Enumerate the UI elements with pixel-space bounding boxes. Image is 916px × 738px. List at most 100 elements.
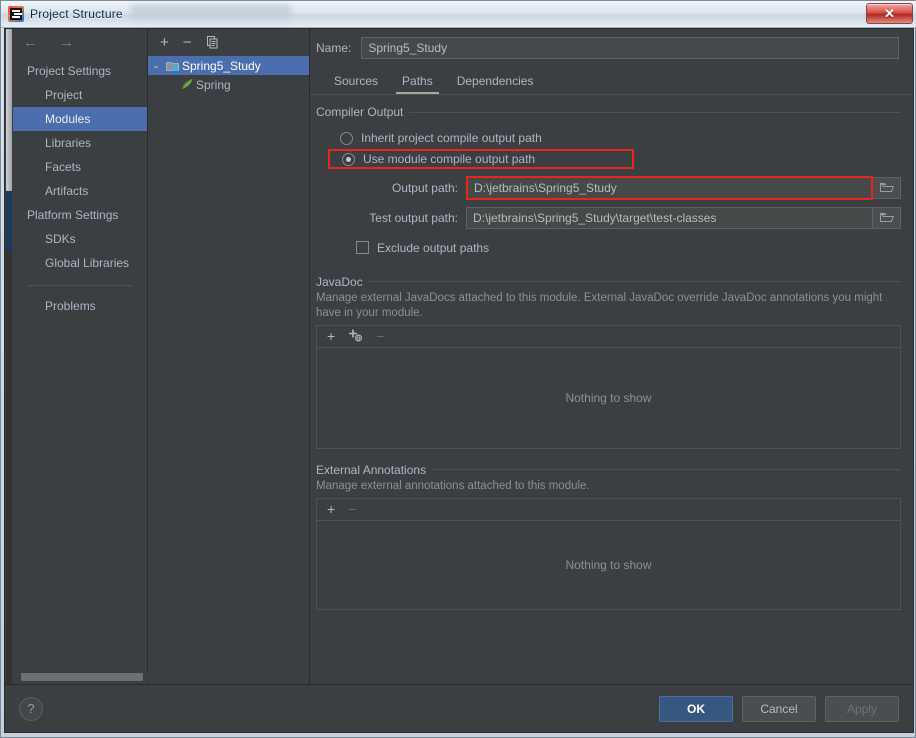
output-path-input[interactable]: D:\jetbrains\Spring5_Study [466,175,873,200]
external-annotations-description: Manage external annotations attached to … [316,479,590,492]
sidebar-item-project[interactable]: Project [13,83,147,107]
dialog-footer: ? OK Cancel Apply [5,684,913,732]
settings-sidebar: ← → Project Settings Project Modules Lib… [13,29,148,684]
intellij-idea-logo-icon [8,6,24,22]
sidebar-item-sdks[interactable]: SDKs [13,227,147,251]
tree-node-spring5-study[interactable]: ⌄ Spring5_Study [148,56,309,75]
output-path-wrap: D:\jetbrains\Spring5_Study [466,175,901,200]
tab-sources[interactable]: Sources [322,70,390,94]
sidebar-group-project-settings: Project Settings [27,64,112,78]
javadoc-toolbar: + − [317,326,900,348]
javadoc-add-button[interactable]: + [327,329,335,343]
use-module-output-label: Use module compile output path [363,152,536,166]
external-annotations-header: External Annotations [316,463,901,477]
compiler-output-header: Compiler Output [316,105,901,119]
folder-open-icon [879,183,894,192]
project-structure-window: Project Structure ✕ ← → Project Settings [0,0,916,738]
group-divider [368,281,901,282]
test-output-path-browse-button[interactable] [873,206,901,229]
remove-module-button[interactable]: − [183,35,192,50]
output-path-row: Output path: D:\jetbrains\Spring5_Study [316,175,901,201]
sidebar-item-problems[interactable]: Problems [13,294,147,318]
javadoc-remove-button: − [376,328,385,344]
help-button[interactable]: ? [19,696,43,721]
module-folder-icon [164,60,182,72]
navigation-arrows: ← → [13,29,147,57]
module-tree-items: ⌄ Spring5_Study Spring [148,55,309,684]
sidebar-divider [27,285,133,286]
compiler-output-group: Compiler Output Inherit project compile … [316,105,901,261]
sidebar-list: Project Settings Project Modules Librari… [13,57,147,684]
scrollbar-thumb[interactable] [6,29,12,191]
inherit-output-label: Inherit project compile output path [361,131,542,145]
exclude-output-paths-checkbox[interactable] [356,241,369,254]
group-divider [432,469,901,470]
copy-module-icon[interactable] [206,35,219,49]
sidebar-item-artifacts[interactable]: Artifacts [13,179,147,203]
external-annotations-group: External Annotations Manage external ann… [316,463,901,610]
module-name-label: Name: [316,41,352,55]
external-annotations-add-button[interactable]: + [327,502,335,516]
javadoc-header: JavaDoc [316,275,901,289]
test-output-path-row: Test output path: D:\jetbrains\Spring5_S… [316,205,901,231]
add-module-button[interactable]: + [160,35,169,50]
sidebar-item-global-libraries[interactable]: Global Libraries [13,251,147,275]
close-icon: ✕ [884,6,895,21]
title-bar: Project Structure ✕ [1,1,916,28]
output-path-browse-button[interactable] [873,176,901,199]
external-annotations-empty-message: Nothing to show [565,557,652,572]
tab-paths[interactable]: Paths [390,70,445,94]
chevron-down-icon[interactable]: ⌄ [148,60,164,71]
javadoc-group: JavaDoc Manage external JavaDocs attache… [316,275,901,449]
close-button[interactable]: ✕ [866,3,913,24]
window-title: Project Structure [30,7,123,21]
javadoc-empty-message: Nothing to show [565,390,652,405]
title-bar-glare [131,5,291,23]
external-annotations-remove-button: − [348,501,357,517]
javadoc-list-box: + − Nothing to show [316,324,901,449]
external-annotations-list-box: + − Nothing to show [316,497,901,610]
forward-arrow-icon[interactable]: → [59,35,77,50]
sidebar-item-modules[interactable]: Modules [13,107,147,131]
compiler-output-title: Compiler Output [316,105,404,119]
tree-node-spring[interactable]: Spring [148,75,309,94]
module-tabs: Sources Paths Dependencies [310,67,913,95]
use-module-output-radio[interactable] [342,152,355,166]
javadoc-title: JavaDoc [316,274,363,289]
test-output-path-input[interactable]: D:\jetbrains\Spring5_Study\target\test-c… [466,206,873,229]
module-tree-toolbar: + − [148,29,309,55]
module-name-input[interactable] [361,37,899,59]
exclude-output-paths-label: Exclude output paths [377,240,490,255]
module-tree-pane: + − ⌄ Spring5_Study Spring [148,29,310,684]
tab-dependencies[interactable]: Dependencies [445,70,546,94]
group-divider [409,111,901,113]
sidebar-horizontal-scrollbar[interactable] [13,672,148,682]
paths-tab-content: Compiler Output Inherit project compile … [310,95,913,684]
cancel-button[interactable]: Cancel [742,695,816,722]
test-output-path-wrap: D:\jetbrains\Spring5_Study\target\test-c… [466,206,901,229]
external-annotations-title: External Annotations [316,462,427,477]
sidebar-scrollbar-thumb[interactable] [21,673,143,681]
exclude-output-paths-row[interactable]: Exclude output paths [316,235,901,261]
output-path-label: Output path: [391,180,458,195]
dialog-body: ← → Project Settings Project Modules Lib… [4,28,914,733]
tree-node-label: Spring [196,77,231,92]
sidebar-item-facets[interactable]: Facets [13,155,147,179]
spring-leaf-icon [178,78,196,91]
javadoc-add-url-button[interactable] [348,328,363,344]
ok-button[interactable]: OK [659,695,733,722]
question-mark-icon: ? [27,701,35,716]
window-vertical-scrollbar[interactable] [5,29,13,684]
sidebar-item-libraries[interactable]: Libraries [13,131,147,155]
sidebar-group-platform-settings: Platform Settings [27,208,119,222]
tree-node-label: Spring5_Study [182,58,261,73]
inherit-output-radio-row[interactable]: Inherit project compile output path [316,127,901,149]
content-area: ← → Project Settings Project Modules Lib… [5,29,913,684]
compiler-output-body: Inherit project compile output path Use … [316,119,901,261]
scrollbar-thumb-secondary[interactable] [6,191,12,251]
inherit-output-radio[interactable] [340,131,353,145]
javadoc-description: Manage external JavaDocs attached to thi… [316,291,883,319]
back-arrow-icon[interactable]: ← [23,35,41,50]
module-settings-panel: Name: Sources Paths Dependencies Compile… [310,29,913,684]
use-module-output-radio-row[interactable]: Use module compile output path [328,149,634,169]
